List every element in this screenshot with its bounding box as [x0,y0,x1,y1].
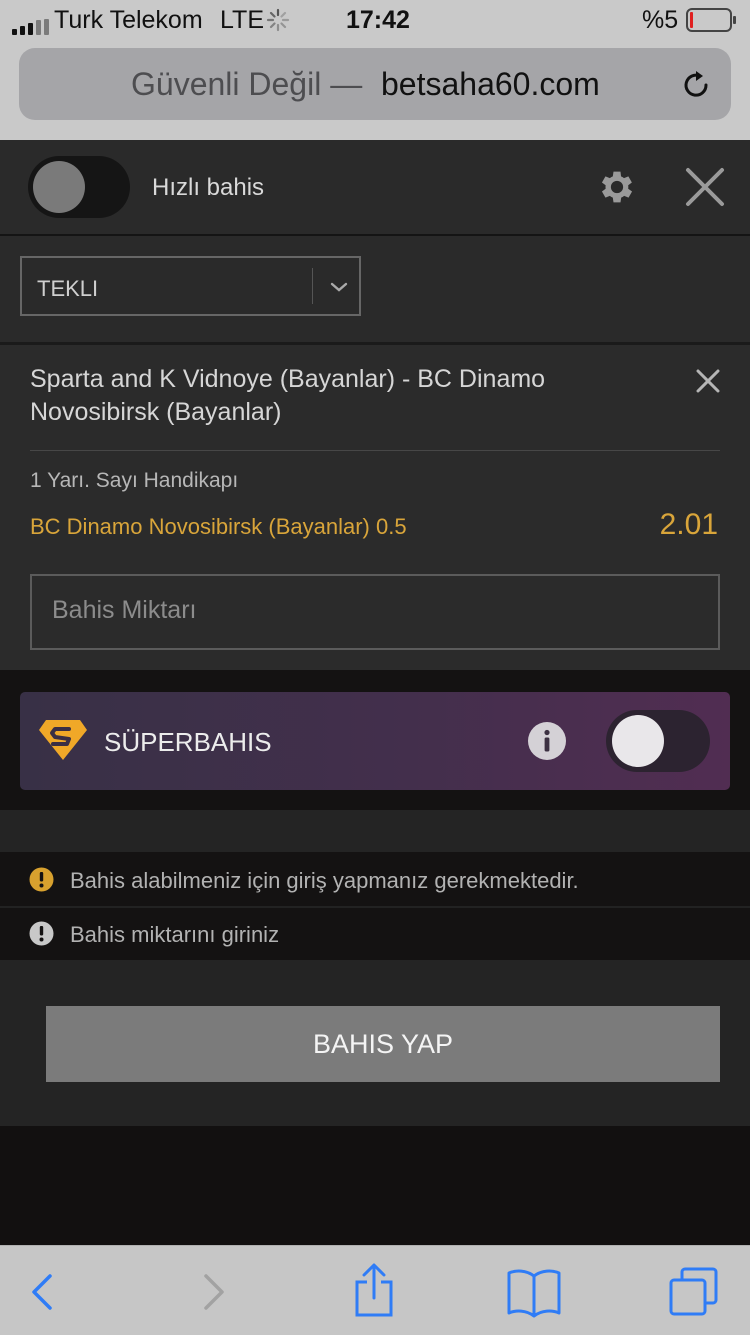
tabs-icon[interactable] [668,1266,720,1318]
url-domain: betsaha60.com [381,66,600,102]
security-warning: Güvenli Değil — [131,66,363,102]
select-divider [312,268,313,304]
card-divider [30,450,720,451]
toggle-knob [612,715,664,767]
bet-card: Sparta and K Vidnoye (Bayanlar) - BC Din… [0,345,750,670]
forward-icon[interactable] [198,1272,228,1312]
browser-bottom-bar [0,1245,750,1335]
warning-icon [29,867,54,892]
carrier-label: Turk Telekom [54,6,203,34]
place-bet-area: BAHIS YAP [0,960,750,1126]
betslip-header: Hızlı bahis [0,140,750,236]
match-title: Sparta and K Vidnoye (Bayanlar) - BC Din… [30,365,546,426]
address-bar[interactable]: Güvenli Değil — betsaha60.com [19,48,731,120]
status-bar: Turk Telekom LTE 17:42 %5 [0,0,750,40]
superbahis-toggle[interactable] [606,710,710,772]
battery-icon [686,8,738,32]
share-icon[interactable] [352,1262,396,1318]
remove-bet-icon[interactable] [694,367,722,395]
settings-gear-icon[interactable] [596,166,638,208]
error-icon [29,921,54,946]
network-label: LTE [220,6,264,34]
signal-icon [12,13,50,35]
clock: 17:42 [346,6,410,34]
bet-amount-placeholder: Bahis Miktarı [52,596,197,624]
superbahis-label: SÜPERBAHIS [104,727,272,757]
message-text: Bahis miktarını giriniz [70,922,280,947]
superbahis-logo-icon [38,718,88,762]
superbahis-banner: SÜPERBAHIS [20,692,730,790]
bet-amount-input[interactable]: Bahis Miktarı [30,574,720,650]
toggle-knob [33,161,85,213]
browser-toolbar: Güvenli Değil — betsaha60.com [0,40,750,140]
selection-name: BC Dinamo Novosibirsk (Bayanlar) 0.5 [30,514,407,539]
place-bet-button[interactable]: BAHIS YAP [46,1006,720,1082]
quick-bet-toggle[interactable] [28,156,130,218]
market-name: 1 Yarı. Sayı Handikapı [30,469,239,492]
back-icon[interactable] [28,1272,58,1312]
bookmarks-icon[interactable] [506,1268,562,1318]
quick-bet-label: Hızlı bahis [152,174,265,201]
battery-percent: %5 [642,6,679,34]
bet-type-value: TEKLI [37,276,99,301]
superbahis-section: SÜPERBAHIS [0,670,750,810]
login-required-message: Bahis alabilmeniz için giriş yapmanız ge… [0,852,750,906]
bet-type-select[interactable]: TEKLI [20,256,361,316]
close-betslip-icon[interactable] [684,166,726,208]
bet-type-row: TEKLI [0,236,750,345]
reload-icon[interactable] [679,68,713,102]
activity-spinner-icon [266,8,290,32]
enter-amount-message: Bahis miktarını giriniz [0,908,750,960]
message-text: Bahis alabilmeniz için giriş yapmanız ge… [70,868,579,893]
odds-value: 2.01 [659,508,718,541]
spacer [0,810,750,852]
info-icon[interactable] [527,721,567,761]
chevron-down-icon [328,276,350,298]
